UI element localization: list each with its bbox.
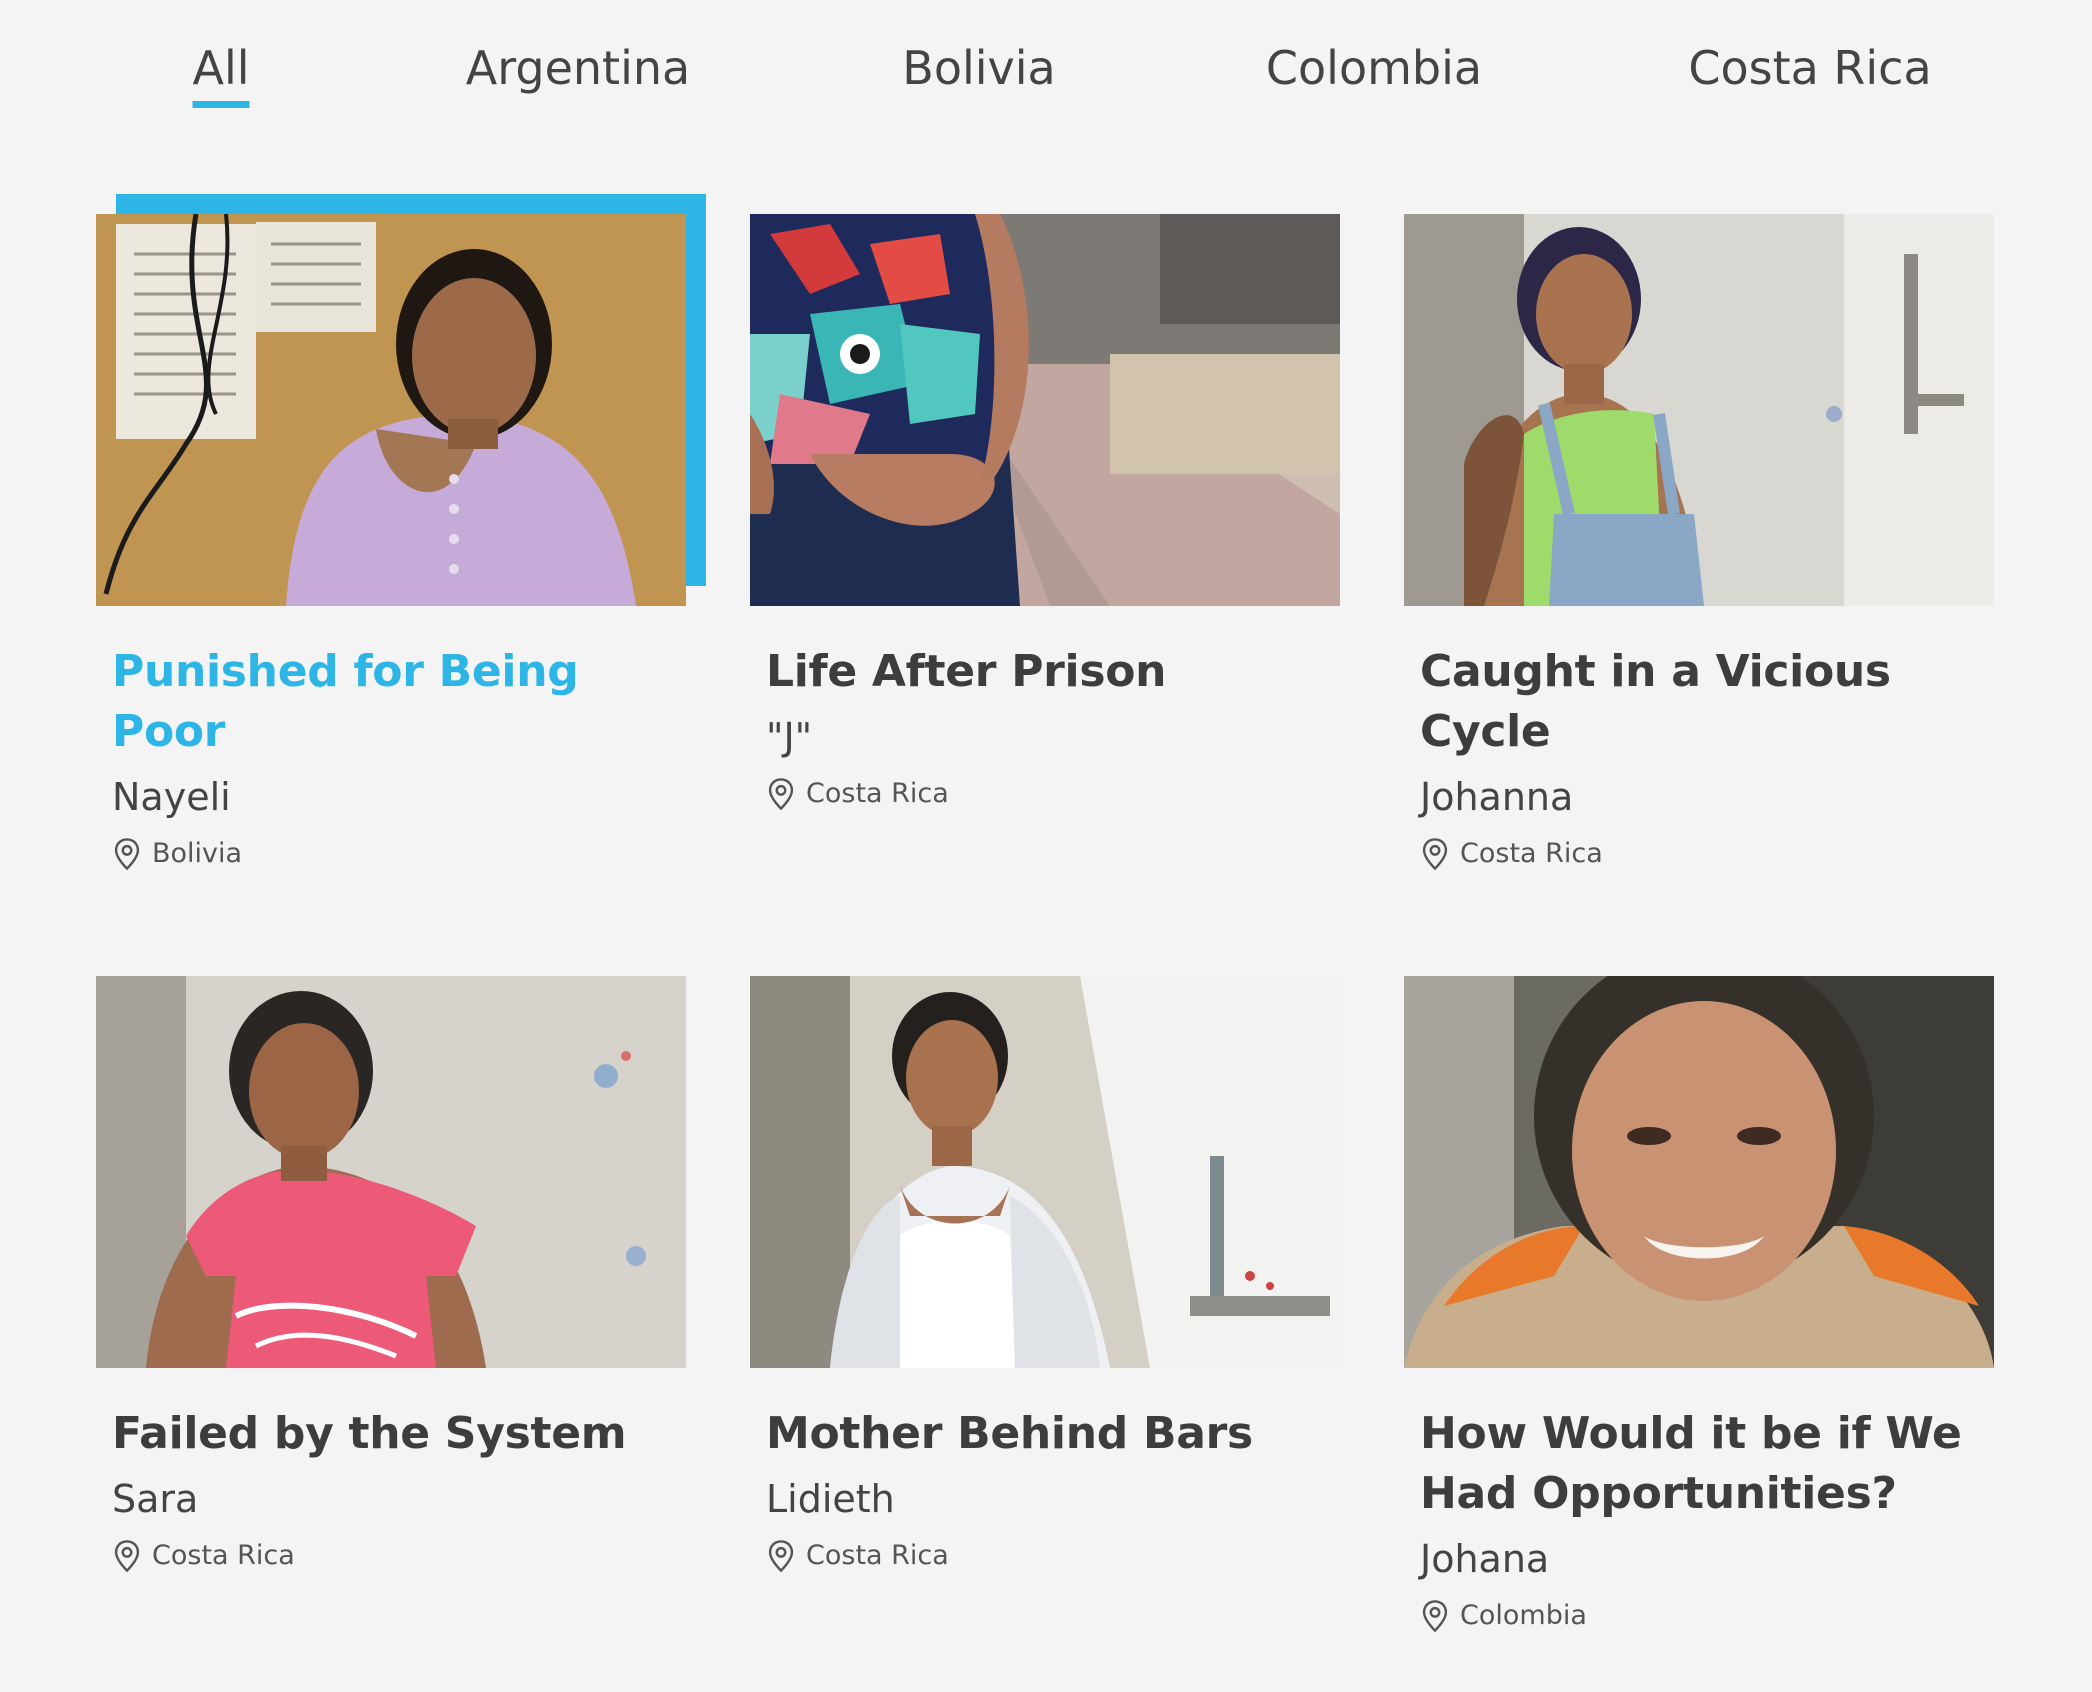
story-photo[interactable]: [750, 214, 1340, 606]
story-photo-container: [96, 194, 706, 606]
torso-patterned-shirt-courtyard-image: [750, 214, 1340, 606]
story-photo-container: [750, 214, 1340, 606]
story-card[interactable]: Caught in a Vicious Cycle Johanna Costa …: [1404, 214, 1994, 872]
story-location-label: Costa Rica: [1460, 838, 1603, 869]
portrait-woman-lilac-blouse-image: [96, 214, 686, 606]
story-title[interactable]: Punished for Being Poor: [112, 642, 676, 762]
story-photo-container: [1404, 214, 1994, 606]
story-location-label: Costa Rica: [806, 1540, 949, 1571]
story-location-label: Colombia: [1460, 1600, 1587, 1631]
story-card[interactable]: Mother Behind Bars Lidieth Costa Rica: [750, 976, 1340, 1574]
story-text: Punished for Being Poor Nayeli Bolivia: [96, 642, 686, 872]
story-person-name: Johana: [1420, 1537, 1550, 1581]
story-text: How Would it be if We Had Opportunities?…: [1404, 1404, 1994, 1634]
story-location: Colombia: [1420, 1598, 1984, 1634]
story-title[interactable]: How Would it be if We Had Opportunities?: [1420, 1404, 1984, 1524]
story-location: Costa Rica: [1420, 836, 1984, 872]
story-person-name: Nayeli: [112, 775, 231, 819]
map-pin-icon: [1422, 838, 1448, 871]
story-photo[interactable]: [96, 214, 686, 606]
story-photo[interactable]: [1404, 214, 1994, 606]
story-location: Costa Rica: [766, 1538, 1330, 1574]
story-card[interactable]: How Would it be if We Had Opportunities?…: [1404, 976, 1994, 1634]
story-photo[interactable]: [750, 976, 1340, 1368]
map-pin-icon: [768, 778, 794, 811]
story-location-label: Bolivia: [152, 838, 243, 869]
tab-colombia[interactable]: Colombia: [1266, 38, 1482, 98]
tab-bolivia[interactable]: Bolivia: [902, 38, 1055, 98]
story-photo[interactable]: [1404, 976, 1994, 1368]
story-location: Bolivia: [112, 836, 676, 872]
story-person-name: Lidieth: [766, 1477, 895, 1521]
story-title[interactable]: Failed by the System: [112, 1404, 676, 1464]
story-text: Caught in a Vicious Cycle Johanna Costa …: [1404, 642, 1994, 872]
story-person-name: "J": [766, 715, 813, 759]
story-title[interactable]: Caught in a Vicious Cycle: [1420, 642, 1984, 762]
story-photo-container: [750, 976, 1340, 1368]
story-card[interactable]: Life After Prison "J" Costa Rica: [750, 214, 1340, 812]
story-location: Costa Rica: [112, 1538, 676, 1574]
woman-overalls-wall-image: [1404, 214, 1994, 606]
map-pin-icon: [114, 838, 140, 871]
woman-smiling-closeup-image: [1404, 976, 1994, 1368]
story-person-name: Sara: [112, 1477, 199, 1521]
story-title[interactable]: Life After Prison: [766, 642, 1330, 702]
story-photo-container: [96, 976, 686, 1368]
story-location-label: Costa Rica: [152, 1540, 295, 1571]
story-location-label: Costa Rica: [806, 778, 949, 809]
map-pin-icon: [768, 1540, 794, 1573]
story-person-name: Johanna: [1420, 775, 1574, 819]
map-pin-icon: [1422, 1600, 1448, 1633]
story-text: Failed by the System Sara Costa Rica: [96, 1404, 686, 1574]
story-photo-container: [1404, 976, 1994, 1368]
tab-argentina[interactable]: Argentina: [466, 38, 690, 98]
story-text: Life After Prison "J" Costa Rica: [750, 642, 1340, 812]
story-title[interactable]: Mother Behind Bars: [766, 1404, 1330, 1464]
tab-costa-rica[interactable]: Costa Rica: [1688, 38, 1931, 98]
woman-white-jacket-image: [750, 976, 1340, 1368]
story-photo[interactable]: [96, 976, 686, 1368]
story-text: Mother Behind Bars Lidieth Costa Rica: [750, 1404, 1340, 1574]
woman-pink-tshirt-image: [96, 976, 686, 1368]
tab-all[interactable]: All: [192, 38, 250, 108]
story-card[interactable]: Failed by the System Sara Costa Rica: [96, 976, 686, 1574]
country-filter-tabs: All Argentina Bolivia Colombia Costa Ric…: [0, 0, 2092, 140]
map-pin-icon: [114, 1540, 140, 1573]
story-location: Costa Rica: [766, 776, 1330, 812]
story-card[interactable]: Punished for Being Poor Nayeli Bolivia: [96, 194, 706, 872]
